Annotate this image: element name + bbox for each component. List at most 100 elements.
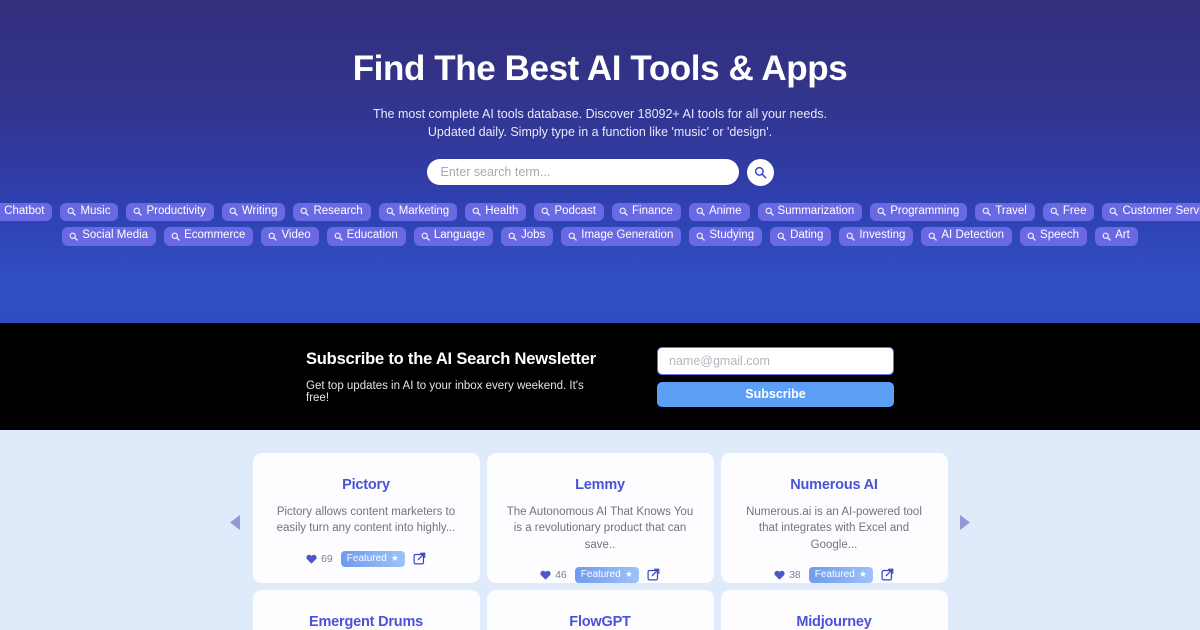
tools-card-grid: Pictory Pictory allows content marketers … — [252, 453, 948, 630]
heart-icon — [306, 554, 317, 564]
tool-card-likes[interactable]: 38 — [774, 569, 801, 581]
category-tag-art[interactable]: Art — [1095, 227, 1138, 246]
category-tag-travel[interactable]: Travel — [975, 202, 1035, 222]
heart-icon — [774, 570, 785, 580]
carousel-prev-button[interactable] — [229, 515, 243, 530]
tool-card-title: Midjourney — [796, 614, 872, 630]
tool-card-likes[interactable]: 69 — [306, 553, 333, 565]
category-tag-anime[interactable]: Anime — [688, 202, 750, 222]
category-tag-label: Video — [281, 229, 311, 242]
tool-external-link[interactable] — [647, 568, 660, 582]
search-input[interactable] — [426, 159, 739, 186]
category-tag-label: Customer Service — [1122, 204, 1200, 217]
tool-card[interactable]: Midjourney — [720, 590, 948, 630]
carousel-next-button[interactable] — [958, 515, 972, 530]
category-tag-free[interactable]: Free — [1042, 202, 1095, 222]
newsletter-form: Subscribe — [657, 346, 894, 407]
category-tag-finance[interactable]: Finance — [612, 202, 681, 222]
category-tag-ai-detection[interactable]: AI Detection — [921, 227, 1013, 246]
newsletter-section: Subscribe to the AI Search Newsletter Ge… — [0, 323, 1200, 430]
category-tag-label: Music — [80, 204, 111, 217]
like-count: 38 — [789, 568, 801, 581]
category-tag-label: Finance — [632, 204, 673, 217]
newsletter-subtitle: Get top updates in AI to your inbox ever… — [306, 379, 584, 404]
category-tag-image-generation[interactable]: Image Generation — [561, 227, 682, 246]
hero-section: Find The Best AI Tools & Apps The most c… — [0, 0, 1200, 323]
email-field[interactable] — [657, 346, 894, 375]
category-tag-label: Productivity — [146, 204, 206, 217]
featured-badge-label: Featured — [580, 568, 621, 580]
page-title: Find The Best AI Tools & Apps — [352, 49, 848, 88]
search-icon — [171, 232, 180, 241]
category-tag-label: Dating — [790, 229, 824, 242]
search-icon — [386, 207, 395, 216]
category-tag-label: Investing — [859, 229, 906, 242]
category-tag-label: Summarization — [777, 204, 855, 217]
tool-card[interactable]: Pictory Pictory allows content marketers … — [252, 453, 480, 583]
category-tag-ecommerce[interactable]: Ecommerce — [164, 227, 254, 246]
hero-subtitle-line-2: Updated daily. Simply type in a function… — [427, 124, 773, 139]
tool-external-link[interactable] — [413, 552, 426, 565]
like-count: 69 — [321, 552, 333, 565]
category-tag-education[interactable]: Education — [326, 227, 406, 246]
external-link-icon — [413, 552, 426, 565]
category-tag-writing[interactable]: Writing — [221, 202, 286, 222]
search-icon — [846, 232, 856, 241]
category-tag-label: Studying — [709, 229, 755, 242]
star-icon: ★ — [624, 569, 633, 580]
category-tag-jobs[interactable]: Jobs — [500, 227, 554, 246]
category-tag-customer-service[interactable]: Customer Service — [1102, 202, 1200, 222]
category-tag-row-1: Chatbot Music Productivity Writing Research M… — [0, 202, 1200, 222]
category-tag-investing[interactable]: Investing — [839, 227, 914, 246]
category-tag-studying[interactable]: Studying — [689, 227, 763, 246]
search-icon — [1102, 232, 1111, 241]
chevron-left-icon — [230, 515, 241, 530]
category-tags: Chatbot Music Productivity Writing Research M… — [0, 202, 1200, 246]
category-tag-summarization[interactable]: Summarization — [757, 202, 863, 222]
tool-card[interactable]: FlowGPT — [486, 590, 714, 630]
newsletter-text: Subscribe to the AI Search Newsletter Ge… — [306, 350, 600, 404]
tool-card-likes[interactable]: 46 — [540, 569, 567, 581]
category-tag-label: Anime — [708, 204, 742, 217]
search-icon — [268, 232, 278, 241]
search-icon — [1027, 232, 1036, 241]
category-tag-dating[interactable]: Dating — [770, 227, 832, 246]
category-tag-social-media[interactable]: Social Media — [62, 227, 157, 246]
category-tag-research[interactable]: Research — [293, 202, 371, 222]
like-count: 46 — [555, 568, 567, 581]
search-icon — [777, 232, 786, 241]
hero-subtitle-line-1: The most complete AI tools database. Dis… — [372, 106, 828, 121]
category-tag-podcast[interactable]: Podcast — [534, 202, 605, 222]
featured-badge: Featured ★ — [340, 550, 405, 567]
category-tag-health[interactable]: Health — [465, 202, 527, 222]
category-tag-chatbot[interactable]: Chatbot — [0, 202, 53, 222]
category-tag-language[interactable]: Language — [413, 227, 493, 246]
category-tag-video[interactable]: Video — [261, 227, 319, 246]
category-tag-label: Art — [1115, 229, 1130, 242]
featured-badge-label: Featured — [814, 568, 855, 580]
search-icon — [754, 166, 767, 179]
search-icon — [982, 207, 991, 216]
category-tag-label: Speech — [1040, 229, 1080, 242]
category-tag-programming[interactable]: Programming — [870, 202, 968, 222]
category-tag-label: Health — [485, 204, 519, 217]
category-tag-music[interactable]: Music — [60, 202, 119, 222]
subscribe-button[interactable]: Subscribe — [657, 381, 894, 407]
featured-badge-label: Featured — [346, 552, 387, 564]
tool-card[interactable]: Numerous AI Numerous.ai is an AI-powered … — [720, 453, 948, 583]
tool-external-link[interactable] — [881, 568, 894, 582]
category-tag-marketing[interactable]: Marketing — [378, 202, 458, 222]
category-tag-label: Ecommerce — [184, 229, 246, 242]
tool-card[interactable]: Emergent Drums — [252, 590, 480, 630]
search-icon — [69, 232, 78, 241]
search-bar — [0, 158, 1200, 186]
featured-badge: Featured ★ — [808, 566, 873, 583]
newsletter-title: Subscribe to the AI Search Newsletter — [306, 349, 596, 368]
featured-badge: Featured ★ — [574, 566, 639, 583]
star-icon: ★ — [390, 553, 399, 564]
category-tag-productivity[interactable]: Productivity — [126, 202, 214, 222]
category-tag-speech[interactable]: Speech — [1020, 227, 1088, 246]
category-tag-label: Chatbot — [4, 204, 45, 217]
tool-card[interactable]: Lemmy The Autonomous AI That Knows You is… — [486, 453, 714, 583]
search-submit-button[interactable] — [746, 158, 774, 186]
